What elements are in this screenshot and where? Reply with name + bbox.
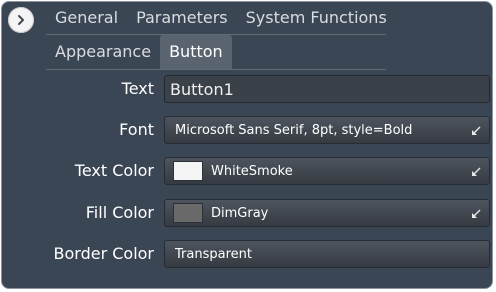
text-input-value: Button1 [170,79,234,99]
expand-button[interactable] [8,7,34,33]
fill-color-dropdown[interactable]: DimGray [164,199,490,227]
fill-color-row: Fill Color DimGray [2,199,492,229]
border-color-label: Border Color [53,244,155,263]
border-color-value: Transparent [175,246,252,262]
text-color-label: Text Color [74,161,154,180]
fill-color-value: DimGray [211,205,269,221]
tab-parameters[interactable]: Parameters [127,2,237,34]
chevron-right-icon [18,15,24,25]
font-row: Font Microsoft Sans Serif, 8pt, style=Bo… [2,116,492,146]
fill-color-swatch [173,203,203,223]
border-color-row: Border Color Transparent [2,240,492,270]
dropdown-corner-arrow-icon [472,126,481,135]
text-row: Text Button1 [2,75,492,105]
tab-button[interactable]: Button [160,35,232,69]
sub-tab-bar: Appearance Button [46,35,386,70]
text-color-value: WhiteSmoke [211,163,293,179]
font-label: Font [119,120,154,139]
top-tab-bar: General Parameters System Functions [46,2,387,35]
tab-system-functions[interactable]: System Functions [237,2,396,34]
button-properties-panel: General Parameters System Functions Appe… [1,1,493,289]
text-color-dropdown[interactable]: WhiteSmoke [164,157,490,185]
text-color-row: Text Color WhiteSmoke [2,157,492,187]
font-value: Microsoft Sans Serif, 8pt, style=Bold [175,122,413,138]
tab-appearance[interactable]: Appearance [46,35,160,69]
text-color-swatch [173,161,203,181]
text-label: Text [121,79,154,98]
text-input[interactable]: Button1 [164,75,490,103]
dropdown-corner-arrow-icon [472,209,481,218]
dropdown-corner-arrow-icon [472,167,481,176]
tab-general[interactable]: General [46,2,127,34]
font-dropdown[interactable]: Microsoft Sans Serif, 8pt, style=Bold [164,116,490,144]
border-color-dropdown[interactable]: Transparent [164,240,490,268]
fill-color-label: Fill Color [85,203,154,222]
